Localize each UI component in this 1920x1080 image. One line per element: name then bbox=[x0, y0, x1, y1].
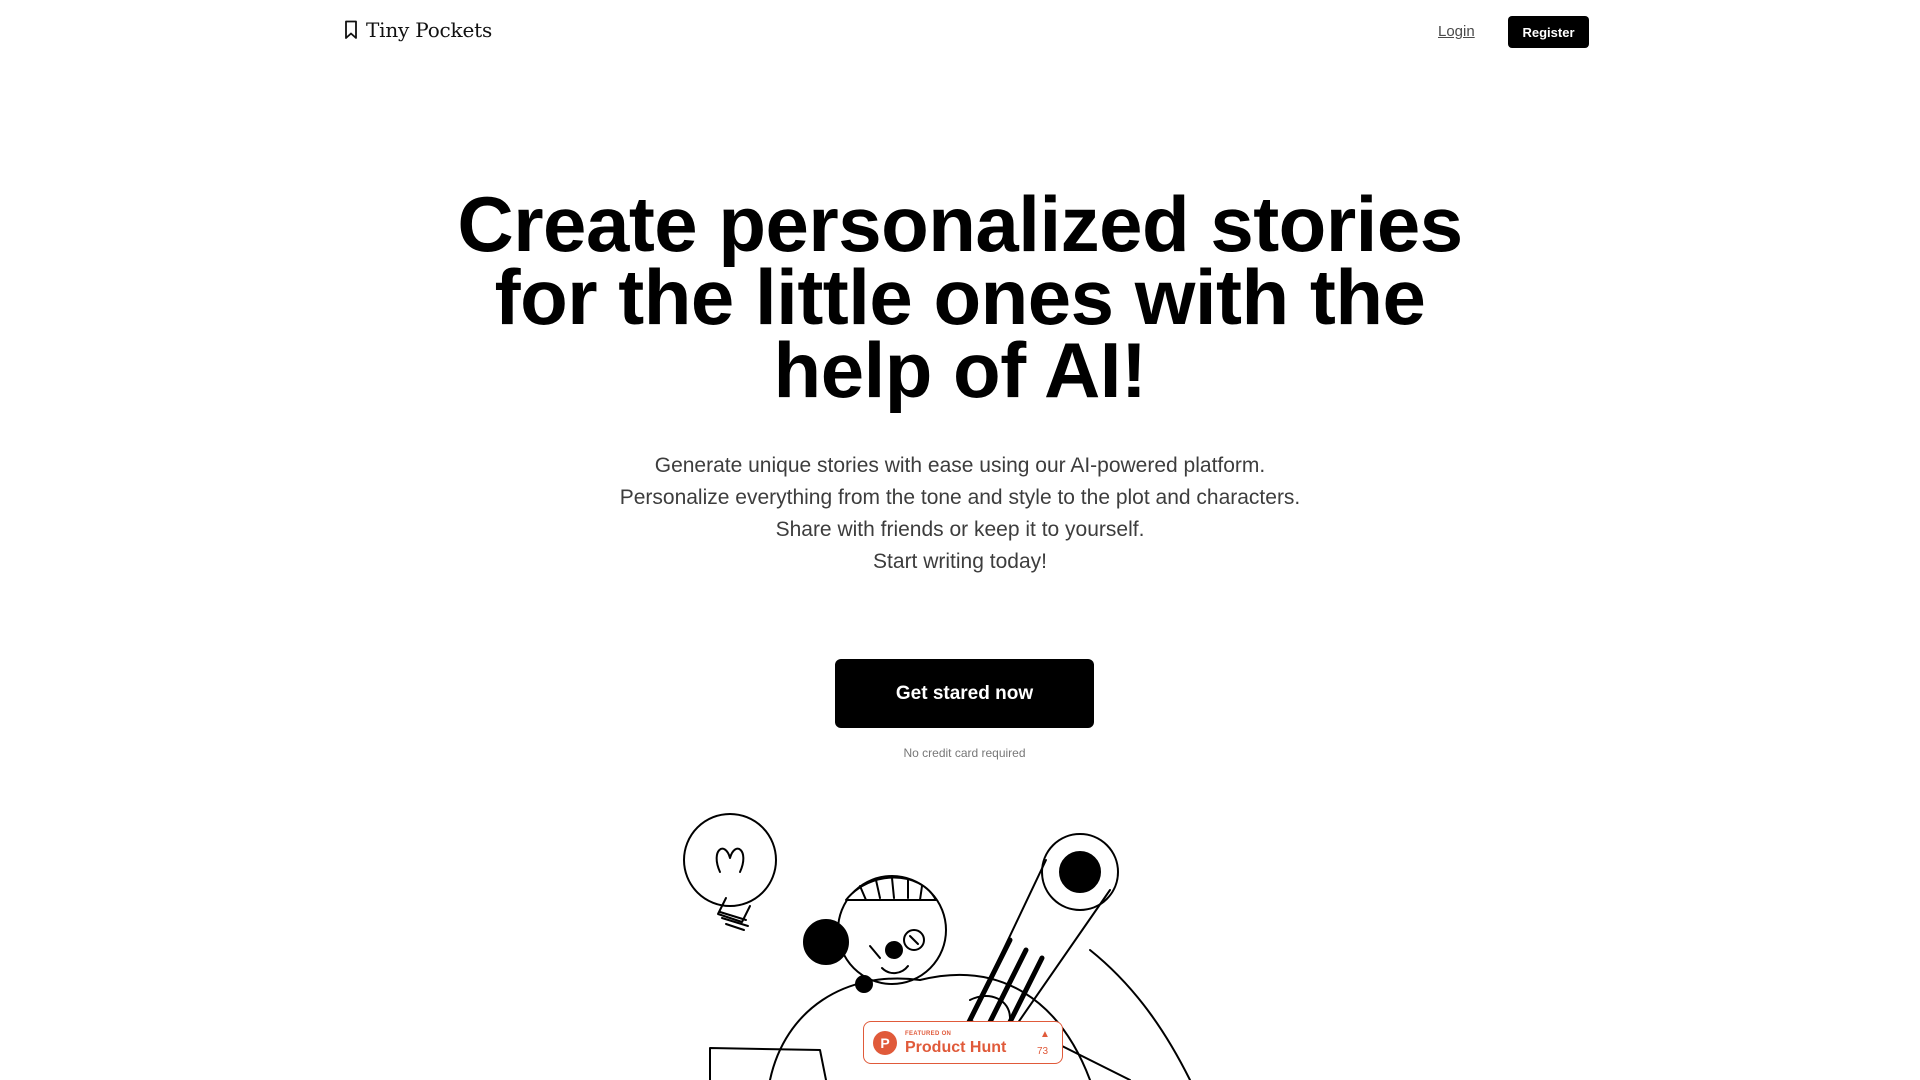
get-started-button[interactable]: Get stared now bbox=[835, 659, 1094, 728]
brand-logo[interactable]: Tiny Pockets bbox=[344, 18, 492, 42]
hero-subtitle: Generate unique stories with ease using … bbox=[560, 450, 1360, 578]
register-button[interactable]: Register bbox=[1508, 16, 1589, 48]
subtitle-line: Generate unique stories with ease using … bbox=[654, 454, 1266, 477]
product-hunt-featured-label: FEATURED ON bbox=[905, 1031, 952, 1037]
subtitle-line: Share with friends or keep it to yoursel… bbox=[775, 518, 1145, 541]
bookmark-icon bbox=[345, 20, 357, 39]
triangle-up-icon: ▲ bbox=[1040, 1029, 1050, 1040]
product-hunt-name: Product Hunt bbox=[905, 1039, 1007, 1056]
lightbulb-icon bbox=[683, 813, 777, 907]
no-credit-card-note: No credit card required bbox=[903, 746, 1026, 760]
top-nav: Tiny Pockets Login Register bbox=[0, 0, 1920, 66]
upvote-count: 73 bbox=[1037, 1046, 1049, 1057]
brand-name: Tiny Pockets bbox=[366, 18, 493, 42]
subtitle-line: Start writing today! bbox=[873, 550, 1047, 573]
hero-title: Create personalized stories for the litt… bbox=[457, 180, 1463, 414]
subtitle-line: Personalize everything from the tone and… bbox=[619, 486, 1301, 509]
product-hunt-logo-icon: P bbox=[873, 1031, 897, 1055]
product-hunt-badge[interactable]: P FEATURED ON Product Hunt ▲ 73 bbox=[863, 1021, 1063, 1064]
login-link[interactable]: Login bbox=[1438, 23, 1475, 40]
